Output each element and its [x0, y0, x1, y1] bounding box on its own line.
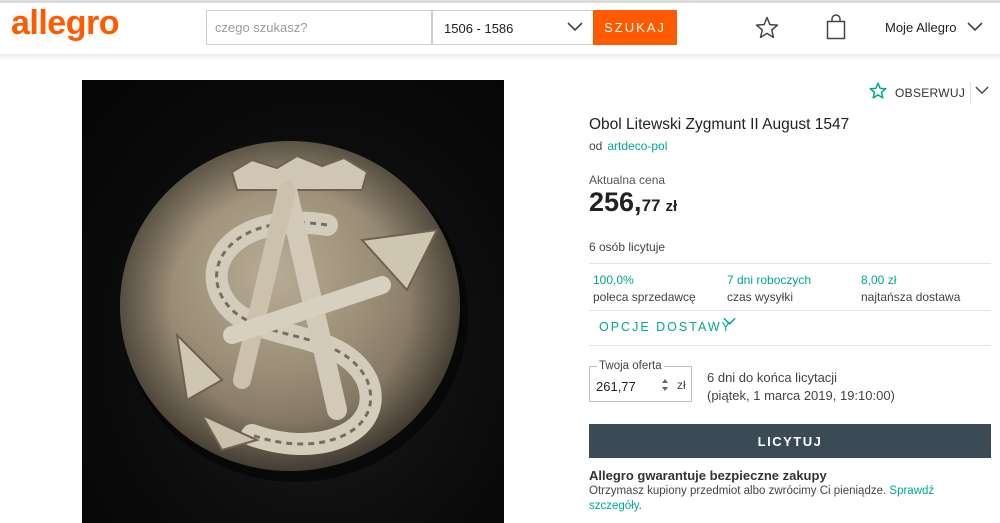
- delivery-options-label: OPCJE DOSTAWY: [599, 320, 732, 334]
- header-shadow: [0, 54, 1000, 60]
- auction-end-date: (piątek, 1 marca 2019, 19:10:00): [707, 388, 895, 403]
- guarantee-description: Otrzymasz kupiony przedmiot albo zwrócim…: [589, 485, 887, 497]
- shopping-bag-icon[interactable]: [826, 14, 846, 40]
- chevron-down-icon: [975, 86, 989, 95]
- star-icon: [869, 82, 887, 99]
- shipping-time-label: czas wysyłki: [727, 290, 794, 304]
- price-label: Aktualna cena: [589, 173, 666, 187]
- category-select[interactable]: 1506 - 1586: [432, 10, 594, 45]
- seller-line: od artdeco-pol: [589, 139, 667, 153]
- category-select-value: 1506 - 1586: [444, 21, 514, 36]
- divider: [589, 310, 991, 311]
- search-button[interactable]: SZUKAJ: [593, 10, 677, 45]
- seller-rating-value: 100,0%: [593, 273, 634, 287]
- coin-image: [120, 141, 468, 482]
- guarantee-period: .: [638, 500, 642, 512]
- cheapest-delivery-value: 8,00 zł: [861, 273, 897, 287]
- chevron-down-icon: [967, 22, 983, 32]
- product-photo[interactable]: [82, 80, 504, 523]
- watch-label: OBSERWUJ: [895, 86, 966, 100]
- bid-button[interactable]: LICYTUJ: [589, 424, 991, 458]
- allegro-logo[interactable]: allegro: [11, 4, 119, 43]
- cheapest-delivery-label: najtańsza dostawa: [861, 290, 961, 304]
- more-options-button[interactable]: [970, 82, 1000, 104]
- seller-rating-label: poleca sprzedawcę: [593, 290, 696, 304]
- shipping-time-value: 7 dni roboczych: [727, 273, 812, 287]
- guarantee-title: Allegro gwarantuje bezpieczne zakupy: [589, 468, 827, 483]
- star-icon[interactable]: [755, 16, 779, 39]
- seller-link[interactable]: artdeco-pol: [607, 139, 667, 153]
- top-header: allegro 1506 - 1586 SZUKAJ Moje Allegro: [0, 0, 1000, 55]
- time-left: 6 dni do końca licytacji: [707, 370, 838, 385]
- bid-amount-input[interactable]: [596, 376, 656, 396]
- current-price: 256,77 zł: [589, 187, 677, 218]
- price-main: 256,: [589, 187, 642, 217]
- chevron-down-icon: [723, 317, 736, 325]
- divider: [589, 345, 991, 346]
- price-fraction: 77: [641, 196, 661, 215]
- guarantee-text: Otrzymasz kupiony przedmiot albo zwrócim…: [589, 484, 969, 514]
- bid-currency: zł: [677, 378, 686, 392]
- delivery-options-toggle[interactable]: OPCJE DOSTAWY: [599, 317, 736, 334]
- account-menu[interactable]: Moje Allegro: [885, 20, 983, 35]
- search-input[interactable]: [206, 10, 432, 45]
- browser-strip: [0, 0, 1000, 3]
- product-title: Obol Litewski Zygmunt II August 1547: [589, 116, 850, 133]
- divider: [589, 263, 991, 264]
- seller-prefix: od: [589, 139, 603, 153]
- bidders-count: 6 osób licytuje: [589, 240, 666, 254]
- shipping-time: 7 dni roboczych czas wysyłki: [727, 273, 811, 304]
- seller-rating: 100,0% poleca sprzedawcę: [593, 273, 696, 304]
- cheapest-delivery: 8,00 zł najtańsza dostawa: [861, 273, 960, 304]
- price-currency: zł: [665, 198, 678, 215]
- account-menu-label: Moje Allegro: [885, 20, 957, 35]
- stepper-icon[interactable]: [661, 378, 669, 392]
- bid-field-label: Twoja oferta: [597, 360, 664, 372]
- chevron-down-icon: [567, 22, 583, 32]
